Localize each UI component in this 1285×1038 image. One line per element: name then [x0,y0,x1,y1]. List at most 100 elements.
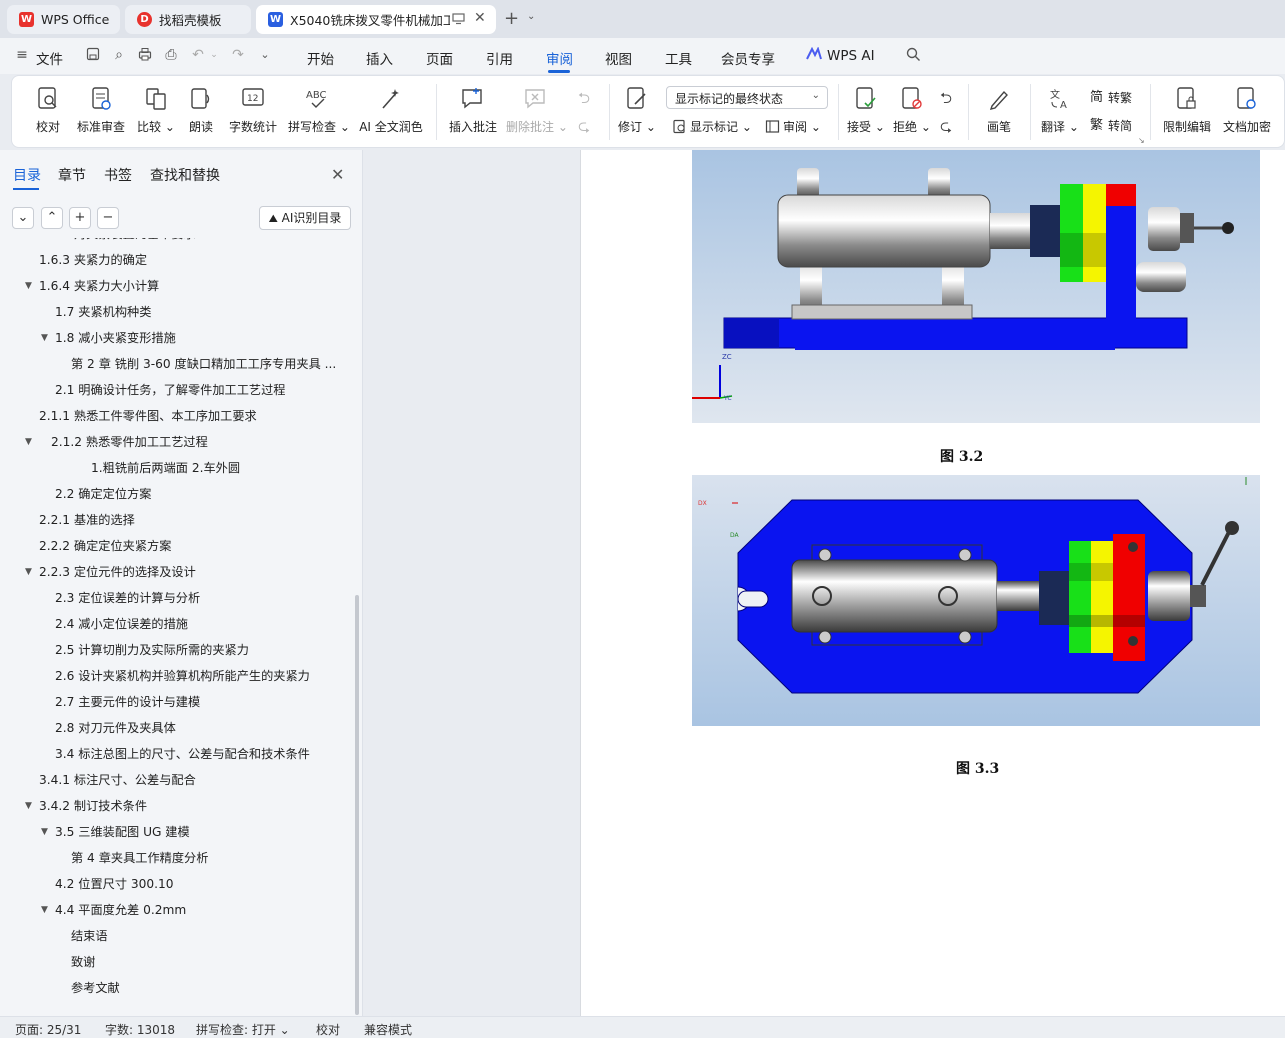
tab-document[interactable]: W X5040铣床拨叉零件机械加工 ✕ [256,5,496,34]
page-indicator[interactable]: 页面: 25/31 [15,1021,81,1038]
close-tab-icon[interactable]: ✕ [474,10,486,26]
menu-tools[interactable]: 工具 [665,48,692,68]
tab-wps-office[interactable]: W WPS Office [7,5,120,34]
nav-tab-bookmarks[interactable]: 书签 [104,165,132,185]
document-page[interactable]: ZC YC 图 3.2 DX DA 图 3.3 [580,150,1285,1016]
toc-scrollbar[interactable] [355,595,359,1015]
pen-button[interactable]: 画笔 [984,84,1014,135]
nav-tab-toc[interactable]: 目录 [13,165,41,185]
delete-comment-button[interactable]: 删除批注 ⌄ [506,84,568,135]
translate-button[interactable]: 文A 翻译 ⌄ [1040,84,1080,135]
print-preview-icon[interactable]: ⎙ [163,47,179,63]
toc-item[interactable]: 1.6.4 夹紧力大小计算 [39,276,159,296]
previous-change-icon[interactable]: ⮌ [940,88,952,113]
menu-view[interactable]: 视图 [605,48,632,68]
toc-item[interactable]: 3.4 标注总图上的尺寸、公差与配合和技术条件 [55,744,310,764]
toc-item[interactable]: 1.7 夹紧机构种类 [55,302,151,322]
toc-item[interactable]: 2.2.2 确定定位夹紧方案 [39,536,171,556]
toc-item[interactable]: 2.1.1 熟悉工件零件图、本工序加工要求 [39,406,257,426]
spell-check-status[interactable]: 拼写检查: 打开 ⌄ [196,1021,290,1038]
search-icon[interactable] [905,47,921,63]
expand-arrow-icon[interactable]: ▼ [25,432,32,452]
read-aloud-button[interactable]: 朗读 [186,84,216,135]
toc-item[interactable]: 3.4.2 制订技术条件 [39,796,147,816]
next-change-icon[interactable]: ⮎ [940,116,952,141]
ribbon-expand-icon[interactable]: ↘ [1138,136,1145,145]
remove-heading-button[interactable]: − [97,207,119,229]
toc-item[interactable]: 2.2 确定定位方案 [55,484,151,504]
menu-file[interactable]: 文件 [36,48,63,68]
new-tab-icon[interactable]: + [504,8,519,29]
expand-arrow-icon[interactable]: ▼ [41,822,48,842]
toc-item[interactable]: 1.8 减小夹紧变形措施 [55,328,176,348]
expand-up-button[interactable]: ⌃ [41,207,63,229]
menu-references[interactable]: 引用 [486,48,513,68]
add-heading-button[interactable]: + [69,207,91,229]
expand-arrow-icon[interactable]: ▼ [41,900,48,920]
tab-list-chevron-icon[interactable]: ⌄ [527,11,535,22]
toc-item[interactable]: 2.6 设计夹紧机构并验算机构所能产生的夹紧力 [55,666,310,686]
standard-review-button[interactable]: 标准审查 [75,84,127,135]
ai-polish-button[interactable]: AI 全文润色 [358,84,424,135]
to-traditional-button[interactable]: 简 转繁 [1090,89,1132,106]
menu-home[interactable]: 开始 [307,48,334,68]
menu-page[interactable]: 页面 [426,48,453,68]
menu-member[interactable]: 会员专享 [721,48,775,68]
close-icon[interactable]: ✕ [331,165,344,184]
doc-encrypt-button[interactable]: 文档加密 [1222,84,1272,135]
toc-item[interactable]: 2.1 明确设计任务，了解零件加工工艺过程 [55,380,285,400]
expand-arrow-icon[interactable]: ▼ [25,562,32,582]
toc-item[interactable]: 3.5 三维装配图 UG 建模 [55,822,190,842]
hamburger-menu-icon[interactable]: ≡ [14,47,30,63]
undo-icon[interactable]: ↶ [190,47,206,63]
menu-wps-ai[interactable]: WPS AI [827,48,875,64]
spell-check-button[interactable]: ABC 拼写检查 ⌄ [288,84,350,135]
proof-status[interactable]: 校对 [316,1021,340,1038]
toc-item[interactable]: 2.7 主要元件的设计与建模 [55,692,200,712]
menu-review[interactable]: 审阅 [546,48,573,68]
toc-item[interactable]: 结束语 [71,926,108,946]
markup-mode-select[interactable]: 显示标记的最终状态 ⌄ [666,86,828,109]
proofread-button[interactable]: 校对 [32,84,64,135]
nav-tab-sections[interactable]: 章节 [58,165,86,185]
accept-button[interactable]: 接受 ⌄ [847,84,885,135]
print-icon[interactable] [137,47,153,63]
toc-item[interactable]: 参考文献 [71,978,120,998]
revise-button[interactable]: 修订 ⌄ [618,84,656,135]
to-simplified-button[interactable]: 繁 转简 [1090,117,1132,134]
toc-item[interactable]: 致谢 [71,952,95,972]
toc-item[interactable]: 3.4.1 标注尺寸、公差与配合 [39,770,196,790]
toc-item[interactable]: 2.1.2 熟悉零件加工工艺过程 [51,432,208,452]
monitor-icon[interactable] [452,12,465,28]
menu-insert[interactable]: 插入 [366,48,393,68]
compare-button[interactable]: 比较 ⌄ [136,84,176,135]
reject-button[interactable]: 拒绝 ⌄ [893,84,931,135]
toc-item[interactable]: 2.5 计算切削力及实际所需的夹紧力 [55,640,249,660]
expand-arrow-icon[interactable]: ▼ [41,328,48,348]
next-comment-icon[interactable]: ⮎ [578,116,590,141]
ai-outline-button[interactable]: ⛰ AI识别目录 [259,206,351,230]
show-markup-button[interactable]: 显示标记 ⌄ [672,118,752,135]
toc-item[interactable]: 4.4 平面度允差 0.2mm [55,900,186,920]
restrict-edit-button[interactable]: 限制编辑 [1162,84,1212,135]
quick-access-chevron-icon[interactable]: ⌄ [257,47,273,63]
toc-item[interactable]: 2.3 定位误差的计算与分析 [55,588,200,608]
expand-arrow-icon[interactable]: ▼ [25,796,32,816]
toc-item[interactable]: 1.6.2 对夹紧装置的基本要求 [39,238,196,244]
word-count-indicator[interactable]: 字数: 13018 [105,1021,175,1038]
collapse-all-button[interactable]: ⌄ [12,207,34,229]
save-icon[interactable] [85,47,101,63]
insert-comment-button[interactable]: 插入批注 [448,84,498,135]
redo-icon[interactable]: ↷ [230,47,246,63]
toc-item[interactable]: 1.6.3 夹紧力的确定 [39,250,147,270]
export-icon[interactable]: ⌕ [111,47,127,63]
toc-item[interactable]: 2.4 减小定位误差的措施 [55,614,188,634]
word-count-button[interactable]: 12 字数统计 [226,84,280,135]
previous-comment-icon[interactable]: ⮌ [578,88,590,113]
undo-chevron-icon[interactable]: ⌄ [206,47,222,63]
toc-item[interactable]: 第 4 章夹具工作精度分析 [71,848,208,868]
toc-item[interactable]: 1.粗铣前后两端面 2.车外圆 [91,458,240,478]
toc-item[interactable]: 4.2 位置尺寸 300.10 [55,874,174,894]
tab-template-store[interactable]: D 找稻壳模板 [125,5,251,34]
review-pane-button[interactable]: 审阅 ⌄ [765,118,821,135]
